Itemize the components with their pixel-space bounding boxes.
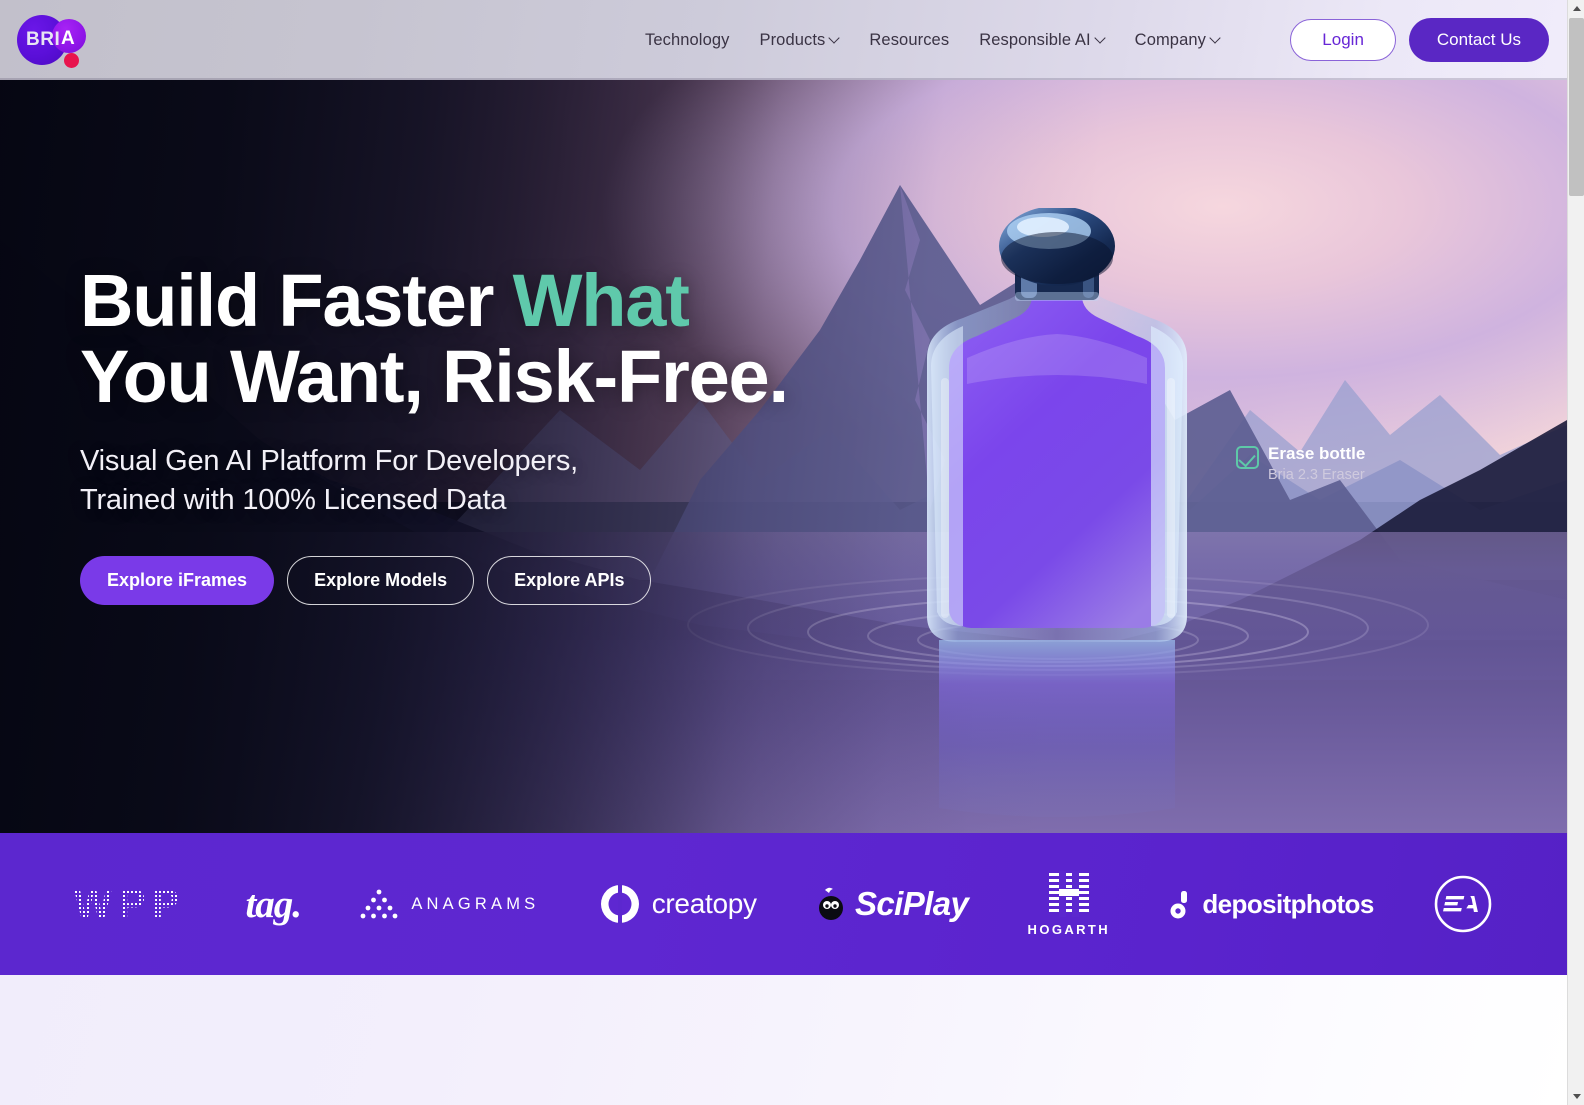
page-title: Build Faster What You Want, Risk-Free. <box>80 262 789 419</box>
nav-item-responsible-ai[interactable]: Responsible AI <box>979 31 1104 50</box>
perfume-bottle-image <box>897 208 1217 828</box>
nav-item-products[interactable]: Products <box>759 31 839 50</box>
nav-item-label: Resources <box>869 30 950 49</box>
sciplay-logo-text: SciPlay <box>855 885 969 922</box>
explore-models-button[interactable]: Explore Models <box>287 555 475 605</box>
ea-logo-icon <box>1434 875 1492 933</box>
annotation-subtitle: Bria 2.3 Eraser <box>1268 467 1365 484</box>
contact-us-button[interactable]: Contact Us <box>1408 18 1549 62</box>
chevron-down-icon <box>1096 34 1105 43</box>
next-section-placeholder <box>0 975 1567 1105</box>
nav-item-label: Technology <box>645 30 730 49</box>
depositphotos-logo-text: depositphotos <box>1202 888 1374 919</box>
bria-logo[interactable]: BRI A <box>15 11 99 69</box>
headline-accent-word: What <box>512 259 690 342</box>
logo-text-a: A <box>61 28 75 49</box>
erase-bottle-annotation: Erase bottle Bria 2.3 Eraser <box>1236 443 1365 485</box>
nav-item-company[interactable]: Company <box>1135 31 1220 50</box>
nav-item-technology[interactable]: Technology <box>645 31 729 50</box>
chevron-down-icon <box>1211 34 1220 43</box>
client-logo-anagrams[interactable]: ANAGRAMS <box>360 887 539 921</box>
client-logo-depositphotos[interactable]: depositphotos <box>1169 888 1374 920</box>
creatopy-mark-icon <box>600 884 639 924</box>
chevron-down-icon <box>830 34 839 43</box>
hero-cta-row: Explore iFrames Explore Models Explore A… <box>80 555 788 605</box>
main-navigation-bar: BRI A Technology Products Resources Resp… <box>0 0 1567 80</box>
depositphotos-mark-icon <box>1170 891 1188 919</box>
hero-subtitle: Visual Gen AI Platform For Developers, T… <box>80 442 788 519</box>
client-logo-wpp[interactable]: WPP <box>74 882 186 927</box>
hogarth-h-icon <box>1048 871 1089 917</box>
checkbox-checked-icon[interactable] <box>1236 446 1259 469</box>
login-button[interactable]: Login <box>1290 19 1396 61</box>
vertical-scrollbar[interactable] <box>1567 0 1584 1105</box>
hero-copy-block: Build Faster What You Want, Risk-Free. V… <box>80 262 789 605</box>
explore-iframes-button[interactable]: Explore iFrames <box>80 555 275 605</box>
nav-item-label: Products <box>759 30 826 49</box>
client-logo-sciplay[interactable]: SciPlay <box>816 885 969 923</box>
nav-links: Technology Products Resources Responsibl… <box>645 0 1220 80</box>
explore-apis-button[interactable]: Explore APIs <box>487 555 652 605</box>
scrollbar-down-arrow-icon[interactable] <box>1568 1088 1584 1105</box>
nav-item-label: Responsible AI <box>979 30 1091 49</box>
logo-dot-icon <box>64 53 79 68</box>
logo-text-bri: BRI <box>26 29 61 50</box>
scrollbar-up-arrow-icon[interactable] <box>1568 0 1584 17</box>
annotation-text-group: Erase bottle Bria 2.3 Eraser <box>1268 443 1365 485</box>
hero-section: Erase bottle Bria 2.3 Eraser Build Faste… <box>0 80 1567 833</box>
hogarth-logo-text: HOGARTH <box>1027 922 1111 937</box>
client-logo-hogarth[interactable]: HOGARTH <box>1028 871 1111 937</box>
nav-item-label: Company <box>1134 30 1206 49</box>
sciplay-bomb-icon <box>819 887 844 920</box>
client-logo-tag[interactable]: tag. <box>245 882 302 927</box>
browser-viewport: BRI A Technology Products Resources Resp… <box>0 0 1567 1105</box>
headline-part-1: Build Faster <box>80 259 513 342</box>
wpp-logo-text: WPP <box>74 881 187 926</box>
anagrams-logo-text: ANAGRAMS <box>411 894 540 913</box>
creatopy-logo-text: creatopy <box>651 888 757 919</box>
client-logo-ea[interactable] <box>1433 874 1493 934</box>
subtitle-line-2: Trained with 100% Licensed Data <box>80 484 507 516</box>
annotation-title: Erase bottle <box>1268 444 1366 463</box>
nav-item-resources[interactable]: Resources <box>869 31 949 50</box>
tag-logo-text: tag. <box>245 882 302 926</box>
client-logo-creatopy[interactable]: creatopy <box>599 883 757 925</box>
anagrams-triangle-icon <box>360 889 398 919</box>
subtitle-line-1: Visual Gen AI Platform For Developers, <box>80 445 578 478</box>
client-logo-bar: WPP tag. ANAGRAMS creatopy SciPlay HOGAR… <box>0 833 1567 975</box>
scrollbar-thumb[interactable] <box>1569 18 1584 196</box>
nav-action-buttons: Login Contact Us <box>1290 0 1549 80</box>
headline-line-2: You Want, Risk-Free. <box>80 335 789 419</box>
